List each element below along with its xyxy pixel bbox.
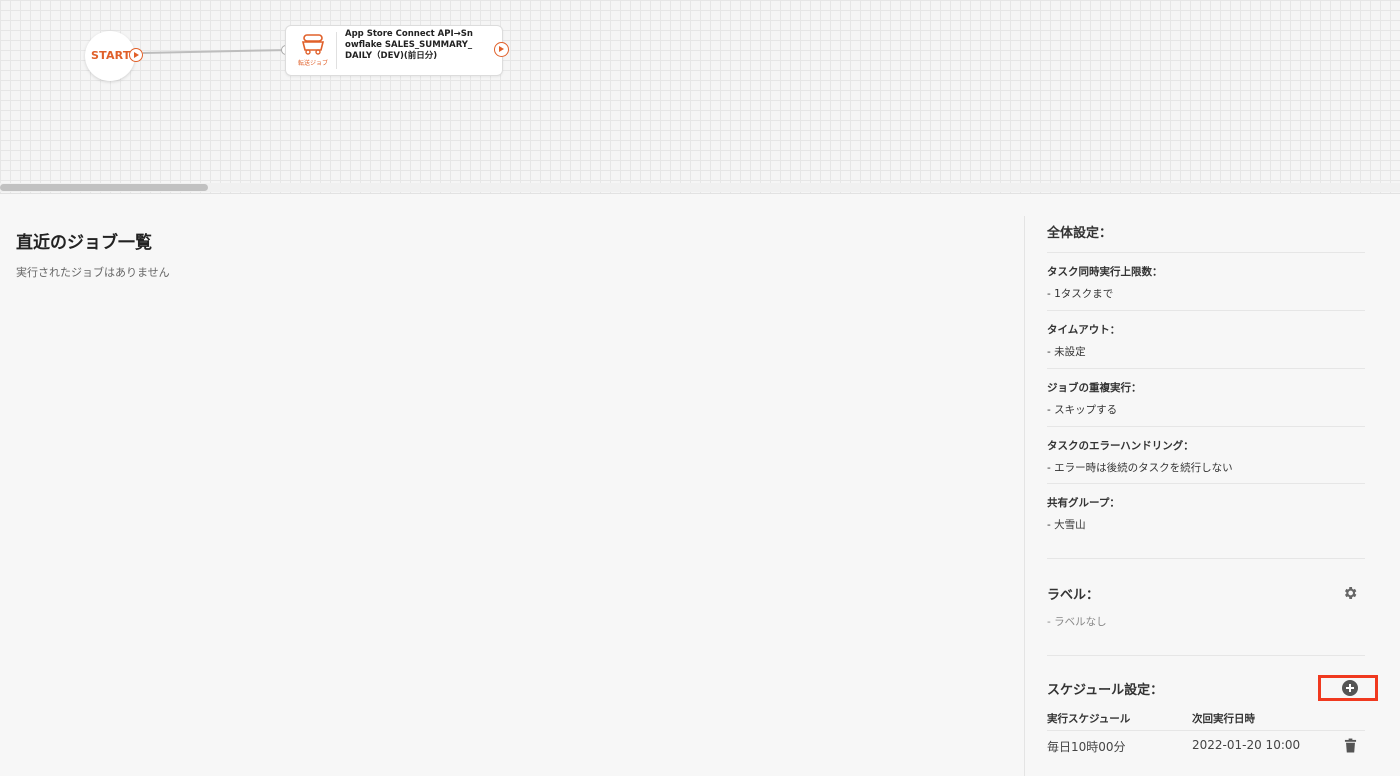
job-node-title: App Store Connect API→Snowflake SALES_SU… [345, 29, 473, 61]
next-run-column-header: 次回実行日時 [1192, 713, 1255, 725]
divider [1047, 252, 1365, 253]
setting-value: - 大雪山 [1047, 519, 1086, 531]
labels-title: ラベル： [1047, 588, 1100, 603]
truck-icon [301, 34, 325, 55]
setting-value: - エラー時は後続のタスクを続行しない [1047, 462, 1233, 474]
horizontal-scrollbar[interactable] [0, 183, 1400, 192]
divider [1047, 558, 1365, 559]
setting-label: ジョブの重複実行： [1047, 382, 1142, 394]
gear-icon[interactable] [1342, 585, 1358, 601]
setting-timeout: タイムアウト： - 未設定 [1047, 322, 1365, 359]
setting-label: タイムアウト： [1047, 324, 1121, 336]
plus-circle-icon[interactable] [1342, 680, 1358, 696]
play-icon[interactable] [494, 42, 509, 57]
divider [1047, 483, 1365, 484]
scrollbar-thumb[interactable] [0, 184, 208, 191]
divider [1047, 310, 1365, 311]
job-node[interactable]: 転送ジョブ App Store Connect API→Snowflake SA… [285, 25, 503, 76]
connector-line [142, 49, 283, 54]
setting-value: - スキップする [1047, 404, 1118, 416]
workflow-canvas[interactable]: START 転送ジョブ App Store Connect API→Snowfl… [0, 0, 1400, 194]
divider [1047, 426, 1365, 427]
panel-divider [1024, 216, 1025, 776]
setting-value: - 1タスクまで [1047, 288, 1114, 300]
overall-settings-title: 全体設定： [1047, 226, 1113, 241]
setting-error-handling: タスクのエラーハンドリング： - エラー時は後続のタスクを続行しない [1047, 438, 1365, 475]
divider [1047, 368, 1365, 369]
start-label: START [91, 49, 131, 62]
job-node-divider [336, 32, 337, 69]
setting-value: - 未設定 [1047, 346, 1086, 358]
recent-jobs-title: 直近のジョブ一覧 [16, 233, 152, 253]
job-type-label: 転送ジョブ [297, 60, 328, 67]
trash-icon[interactable] [1344, 738, 1357, 753]
setting-concurrency: タスク同時実行上限数： - 1タスクまで [1047, 264, 1365, 301]
setting-duplicate-run: ジョブの重複実行： - スキップする [1047, 380, 1365, 417]
setting-label: タスク同時実行上限数： [1047, 266, 1163, 278]
setting-shared-group: 共有グループ： - 大雪山 [1047, 495, 1365, 532]
schedule-cell: 毎日10時00分 [1047, 740, 1126, 754]
play-icon[interactable] [129, 48, 143, 62]
divider [1047, 655, 1365, 656]
job-type-badge: 転送ジョブ [294, 32, 332, 70]
labels-value: - ラベルなし [1047, 616, 1107, 628]
next-run-cell: 2022-01-20 10:00 [1192, 738, 1301, 752]
recent-jobs-empty-message: 実行されたジョブはありません [16, 266, 170, 279]
setting-label: タスクのエラーハンドリング： [1047, 440, 1194, 452]
schedule-column-header: 実行スケジュール [1047, 713, 1131, 725]
divider [1047, 730, 1365, 731]
setting-label: 共有グループ： [1047, 497, 1120, 509]
